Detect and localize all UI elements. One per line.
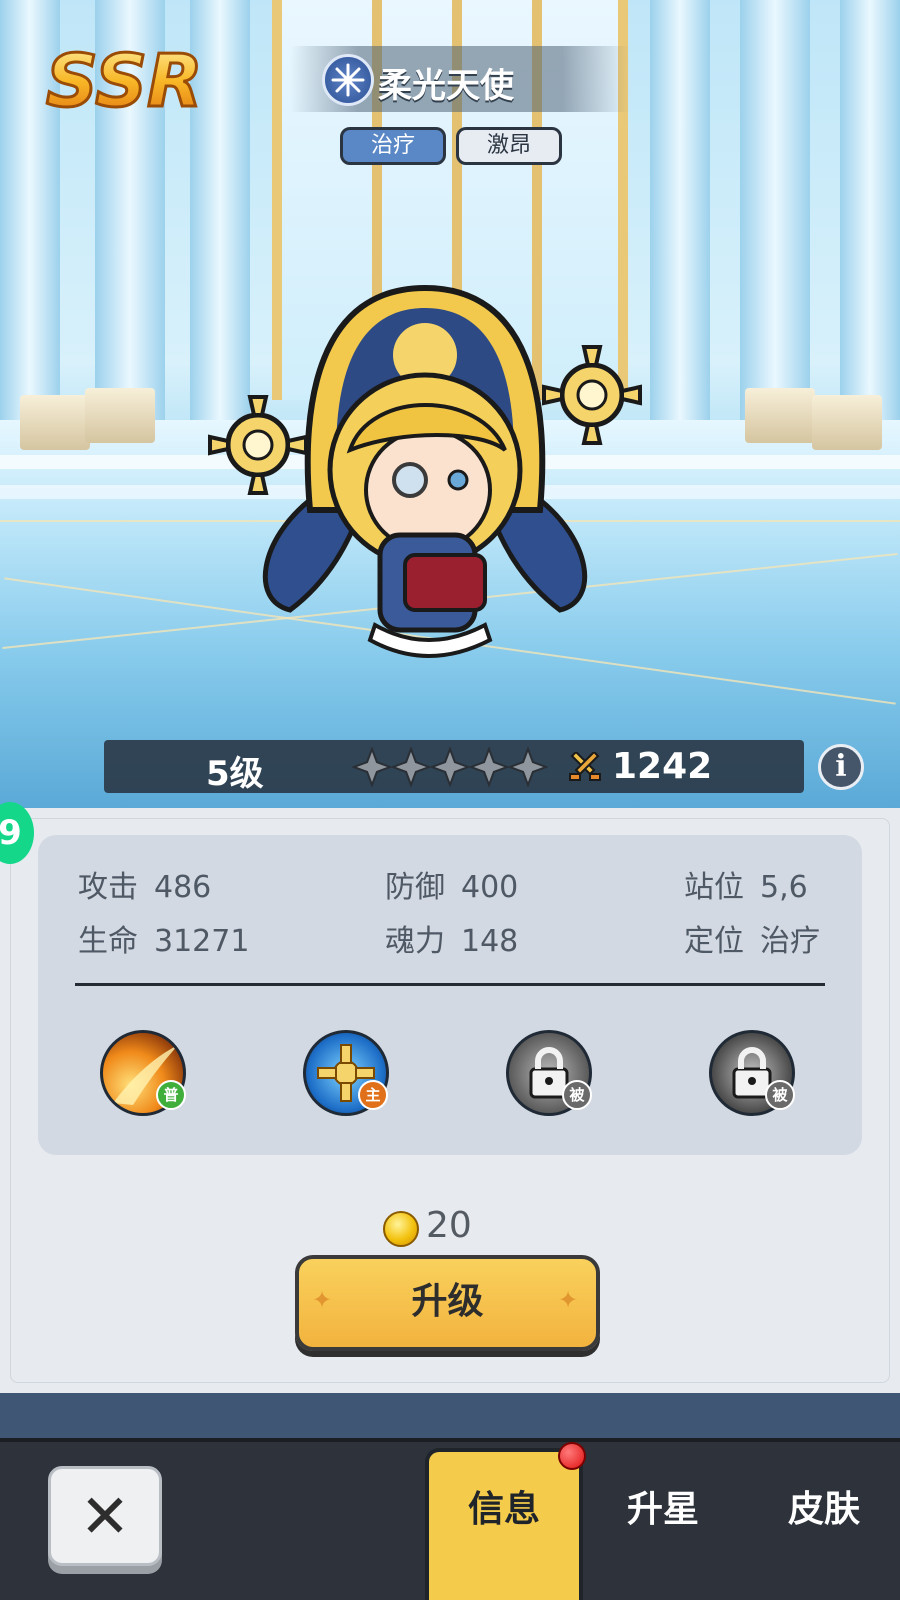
skill-badge-normal: 普 bbox=[156, 1080, 186, 1110]
side-tab-glyph: 9 bbox=[0, 813, 22, 853]
tab-star-up[interactable]: 升星 bbox=[627, 1480, 699, 1532]
close-icon: ✕ bbox=[79, 1482, 131, 1552]
snowflake-class-icon bbox=[322, 54, 374, 106]
star-icon bbox=[429, 747, 471, 787]
role-tag-inspire: 激昂 bbox=[456, 127, 562, 165]
combat-power: 1242 bbox=[612, 746, 713, 787]
tab-skin[interactable]: 皮肤 bbox=[788, 1480, 860, 1532]
info-icon-button[interactable]: i bbox=[818, 744, 864, 790]
sparkle-icon: ✦ bbox=[312, 1286, 333, 1314]
stat-value: 400 bbox=[461, 870, 519, 905]
panel-bottom-strip bbox=[0, 1393, 900, 1438]
plinth bbox=[85, 388, 155, 443]
hero-name: 柔光天使 bbox=[378, 66, 514, 106]
close-button[interactable]: ✕ bbox=[48, 1466, 162, 1566]
stat-position: 站位 5,6 bbox=[684, 862, 808, 906]
role-tag-heal: 治疗 bbox=[340, 127, 446, 165]
stat-value: 5,6 bbox=[760, 870, 808, 905]
ssr-rarity-badge: SSR bbox=[45, 38, 205, 121]
info-icon: i bbox=[835, 749, 847, 784]
stat-hp: 生命 31271 bbox=[78, 916, 249, 960]
stat-value: 148 bbox=[461, 924, 519, 959]
stat-attack: 攻击 486 bbox=[78, 862, 211, 906]
upgrade-button-label: 升级 bbox=[411, 1281, 484, 1322]
crossed-swords-icon bbox=[569, 752, 601, 781]
upgrade-button[interactable]: 升级 bbox=[295, 1255, 600, 1351]
stat-label: 定位 bbox=[684, 924, 744, 959]
skill-badge-passive: 被 bbox=[562, 1080, 592, 1110]
skill-badge-active: 主 bbox=[358, 1080, 388, 1110]
stat-value: 31271 bbox=[154, 924, 250, 959]
stat-label: 攻击 bbox=[78, 870, 138, 905]
star-icon bbox=[507, 747, 548, 787]
star-icon bbox=[468, 747, 510, 787]
tab-info[interactable]: 信息 bbox=[468, 1480, 540, 1532]
stat-label: 站位 bbox=[684, 870, 744, 905]
pillar bbox=[650, 0, 710, 470]
upgrade-cost: 20 bbox=[426, 1205, 472, 1246]
sparkle-icon: ✦ bbox=[558, 1286, 579, 1314]
stat-label: 生命 bbox=[78, 924, 138, 959]
stat-label: 防御 bbox=[385, 870, 445, 905]
star-rating bbox=[352, 747, 548, 787]
plinth bbox=[812, 395, 882, 450]
hero-level: 5级 bbox=[206, 754, 264, 794]
stat-label: 魂力 bbox=[385, 924, 445, 959]
star-icon bbox=[390, 747, 432, 787]
star-icon bbox=[352, 747, 393, 787]
stat-role: 定位 治疗 bbox=[684, 916, 820, 960]
stats-divider bbox=[75, 983, 825, 986]
stat-value: 486 bbox=[154, 870, 212, 905]
skill-badge-passive: 被 bbox=[765, 1080, 795, 1110]
stat-defense: 防御 400 bbox=[385, 862, 518, 906]
stat-soul: 魂力 148 bbox=[385, 916, 518, 960]
plinth bbox=[745, 388, 815, 443]
gold-coin-icon bbox=[383, 1211, 419, 1247]
hero-character-illustration bbox=[208, 284, 642, 658]
stat-value: 治疗 bbox=[760, 924, 820, 959]
ssr-text: SSR bbox=[46, 39, 203, 120]
notification-dot bbox=[558, 1442, 586, 1470]
plinth bbox=[20, 395, 90, 450]
